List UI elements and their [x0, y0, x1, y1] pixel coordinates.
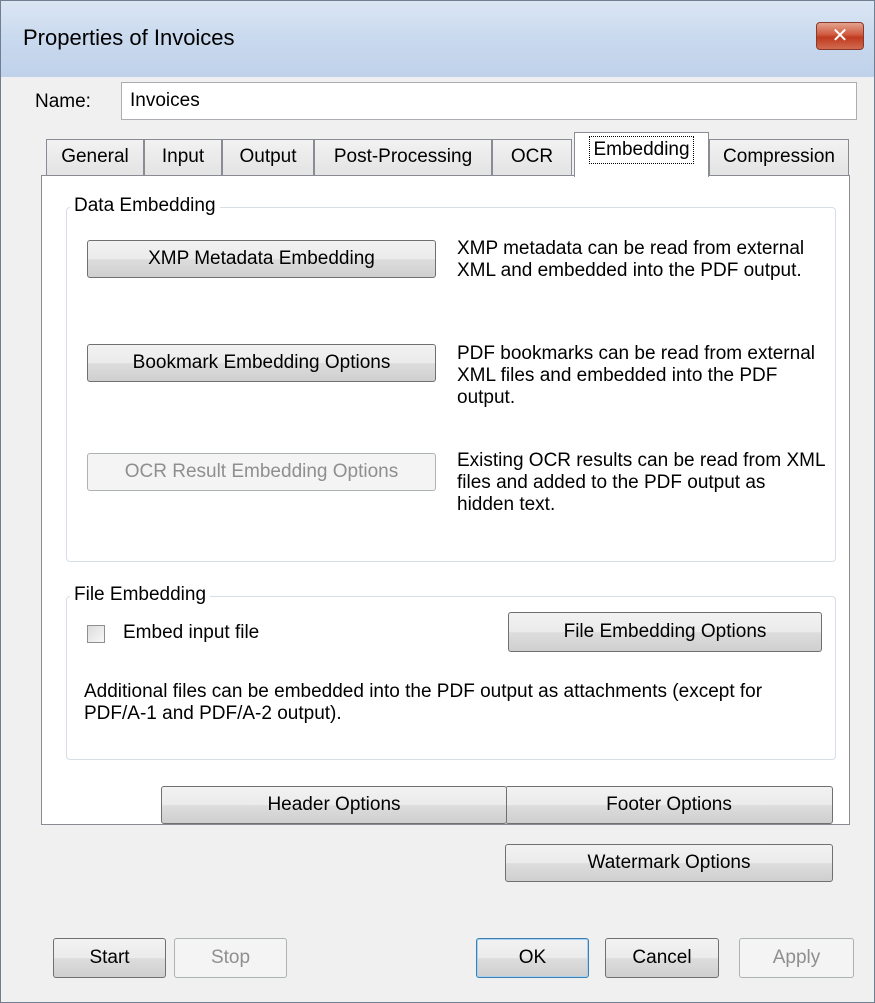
button-label: Header Options	[267, 794, 401, 815]
tab-label: OCR	[510, 146, 554, 167]
file-embedding-description: Additional files can be embedded into th…	[84, 681, 763, 724]
tab-output[interactable]: Output	[222, 139, 314, 175]
embed-input-file-label: Embed input file	[123, 622, 260, 643]
button-label: OCR Result Embedding Options	[124, 461, 399, 482]
tab-compression[interactable]: Compression	[709, 139, 849, 175]
close-icon: ✕	[831, 25, 849, 47]
ocr-description: Existing OCR results can be read from XM…	[457, 450, 825, 515]
apply-button[interactable]: Apply	[739, 938, 854, 978]
ocr-result-embedding-options-button[interactable]: OCR Result Embedding Options	[87, 453, 436, 491]
button-label: Cancel	[632, 947, 692, 968]
tab-label: Output	[239, 146, 297, 167]
bookmark-embedding-options-button[interactable]: Bookmark Embedding Options	[87, 344, 436, 382]
tab-general[interactable]: General	[46, 139, 144, 175]
name-input[interactable]: Invoices	[121, 82, 857, 120]
button-label: Footer Options	[606, 794, 732, 815]
ok-button[interactable]: OK	[476, 938, 589, 978]
data-embedding-title: Data Embedding	[70, 195, 220, 217]
button-label: Watermark Options	[587, 852, 751, 873]
button-label: Stop	[210, 947, 251, 968]
header-options-button[interactable]: Header Options	[161, 786, 507, 824]
tab-post-processing[interactable]: Post-Processing	[314, 139, 492, 175]
watermark-options-button[interactable]: Watermark Options	[505, 844, 833, 882]
footer-options-button[interactable]: Footer Options	[505, 786, 833, 824]
tab-label: Compression	[723, 146, 835, 167]
tab-ocr[interactable]: OCR	[492, 139, 572, 175]
file-embedding-options-button[interactable]: File Embedding Options	[508, 612, 822, 652]
start-button[interactable]: Start	[53, 938, 166, 978]
tab-label: General	[61, 146, 129, 167]
button-label: File Embedding Options	[563, 621, 767, 642]
stop-button[interactable]: Stop	[174, 938, 287, 978]
button-label: Bookmark Embedding Options	[132, 352, 391, 373]
properties-dialog: Properties of Invoices ✕ Name: Invoices …	[0, 0, 875, 1003]
cancel-button[interactable]: Cancel	[605, 938, 719, 978]
tab-input[interactable]: Input	[144, 139, 222, 175]
tab-embedding[interactable]: Embedding	[574, 132, 709, 177]
bookmark-description: PDF bookmarks can be read from external …	[457, 343, 815, 408]
button-label: Apply	[772, 947, 821, 968]
button-label: Start	[89, 947, 130, 968]
xmp-metadata-embedding-button[interactable]: XMP Metadata Embedding	[87, 240, 436, 278]
name-label: Name:	[35, 91, 91, 112]
xmp-description: XMP metadata can be read from external X…	[457, 238, 805, 281]
close-button[interactable]: ✕	[816, 22, 864, 50]
button-label: OK	[518, 947, 547, 968]
tab-label: Post-Processing	[333, 146, 473, 167]
window-title: Properties of Invoices	[23, 25, 235, 50]
button-label: XMP Metadata Embedding	[148, 248, 375, 269]
embedding-tab-panel: Data Embedding XMP Metadata Embedding XM…	[41, 175, 850, 825]
embed-input-file-checkbox[interactable]	[87, 625, 105, 643]
tab-label: Input	[161, 146, 205, 167]
tab-label: Embedding	[589, 136, 694, 164]
title-bar[interactable]: Properties of Invoices ✕	[1, 1, 874, 77]
file-embedding-title: File Embedding	[70, 584, 211, 606]
